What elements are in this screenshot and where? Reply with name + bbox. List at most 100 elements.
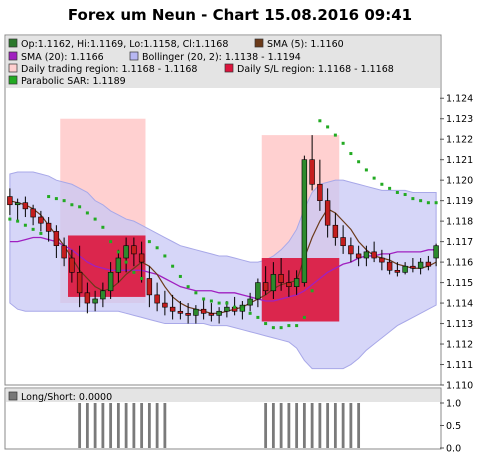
long-short-bar xyxy=(326,403,330,448)
sar-point xyxy=(372,176,376,180)
legend-label: Daily S/L region: 1.1168 - 1.1168 xyxy=(237,64,394,75)
y-tick-label: 1.110 xyxy=(446,381,473,392)
candle-body xyxy=(107,272,114,292)
sar-point xyxy=(8,217,12,221)
y-tick-label: 1.117 xyxy=(446,237,473,248)
y-tick-label: 1.123 xyxy=(446,114,473,125)
legend-label: Parabolic SAR: 1.1189 xyxy=(21,76,126,87)
candle-body xyxy=(14,202,21,206)
sub-y-tick-label: 0.5 xyxy=(446,421,461,432)
sub-y-tick-label: 1.0 xyxy=(446,399,461,410)
sar-point xyxy=(101,225,105,229)
candle-body xyxy=(208,313,215,316)
sar-point xyxy=(155,246,159,250)
legend-label: Daily trading region: 1.1168 - 1.1168 xyxy=(21,64,197,75)
candle-body xyxy=(309,159,315,185)
candle-body xyxy=(247,298,253,306)
sar-point xyxy=(271,326,275,330)
sar-point xyxy=(23,223,27,227)
legend-swatch xyxy=(8,63,18,73)
candle-body xyxy=(193,308,199,316)
candle-body xyxy=(348,245,354,255)
candle-body xyxy=(30,208,36,218)
sar-point xyxy=(326,125,330,129)
y-tick-label: 1.121 xyxy=(446,155,473,166)
legend-label: SMA (20): 1.1166 xyxy=(21,52,104,63)
candle-body xyxy=(146,278,153,296)
candle-body xyxy=(154,294,160,304)
candle-body xyxy=(69,257,75,273)
sar-point xyxy=(209,299,213,303)
long-short-bar xyxy=(302,403,306,448)
sub-legend-swatch xyxy=(8,391,18,401)
candle-body xyxy=(200,308,207,314)
long-short-bar xyxy=(271,403,275,448)
sar-point xyxy=(256,315,260,319)
long-short-bar xyxy=(295,403,299,448)
y-tick-label: 1.113 xyxy=(446,319,473,330)
sar-point xyxy=(217,301,221,305)
candle-body xyxy=(92,298,98,304)
long-short-bar xyxy=(318,403,322,448)
sub-y-tick-label: 0.0 xyxy=(446,444,461,455)
candle-body xyxy=(76,272,83,294)
long-short-bar xyxy=(140,403,144,448)
long-short-bar xyxy=(93,403,97,448)
sar-point xyxy=(295,324,299,328)
long-short-bar xyxy=(357,403,361,448)
long-short-bar xyxy=(124,403,128,448)
long-short-bar xyxy=(310,403,314,448)
y-tick-label: 1.124 xyxy=(446,94,473,105)
long-short-bar xyxy=(85,403,89,448)
sar-point xyxy=(388,186,392,190)
candle-body xyxy=(386,261,393,271)
sar-point xyxy=(380,182,384,186)
sar-point xyxy=(310,289,314,293)
candle-body xyxy=(425,261,432,267)
candle-body xyxy=(255,282,261,300)
sar-point xyxy=(93,217,97,221)
legend-swatch xyxy=(129,51,139,61)
y-tick-label: 1.118 xyxy=(446,217,473,228)
sar-point xyxy=(341,141,345,145)
candle-body xyxy=(332,224,339,238)
sar-point xyxy=(39,231,43,235)
sar-point xyxy=(16,219,20,223)
sar-point xyxy=(78,205,82,209)
sar-point xyxy=(403,193,407,197)
sar-point xyxy=(178,274,182,278)
sar-point xyxy=(140,276,144,280)
candle-body xyxy=(138,253,145,263)
sar-point xyxy=(147,240,151,244)
sar-point xyxy=(357,160,361,164)
candle-body xyxy=(379,257,385,263)
y-tick-label: 1.112 xyxy=(446,340,473,351)
sar-point xyxy=(364,168,368,172)
candle-body xyxy=(38,216,44,224)
legend-swatch xyxy=(8,38,18,48)
sar-point xyxy=(225,301,229,305)
legend-label: Bollinger (20, 2): 1.1138 - 1.1194 xyxy=(142,52,301,63)
long-short-bar xyxy=(109,403,113,448)
sar-point xyxy=(202,297,206,301)
long-short-bar xyxy=(333,403,337,448)
sar-point xyxy=(171,264,175,268)
y-tick-label: 1.114 xyxy=(446,299,473,310)
candle-body xyxy=(371,251,377,259)
candle-body xyxy=(22,202,29,210)
candle-body xyxy=(340,237,346,247)
candle-body xyxy=(169,306,176,312)
candle-body xyxy=(45,222,52,232)
sar-point xyxy=(434,201,438,205)
sar-point xyxy=(264,322,268,326)
y-tick-label: 1.111 xyxy=(446,360,473,371)
sar-point xyxy=(47,195,51,199)
sar-point xyxy=(349,152,353,156)
candle-body xyxy=(123,245,129,259)
legend-swatch xyxy=(224,63,234,73)
candle-body xyxy=(417,261,424,269)
sar-point xyxy=(240,307,244,311)
sar-point xyxy=(287,324,291,328)
long-short-bar xyxy=(116,403,120,448)
sar-point xyxy=(419,199,423,203)
